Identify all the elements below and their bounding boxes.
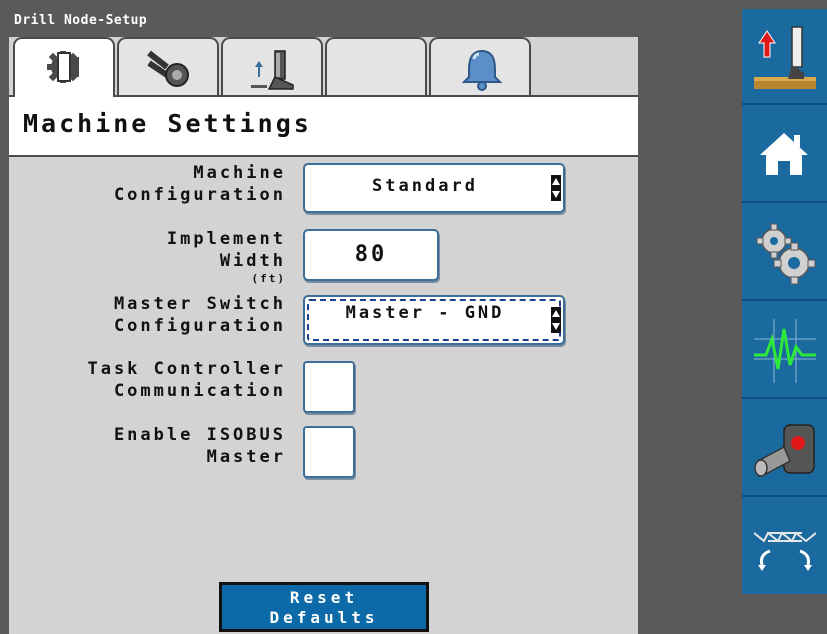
master-switch-configuration-label: Master Switch Configuration (113, 294, 286, 336)
tab-gauge-wheel[interactable] (117, 37, 219, 95)
reset-defaults-line1: Reset (289, 588, 359, 607)
gear-bracket-icon (47, 51, 79, 83)
implement-width-input[interactable]: 80 (303, 229, 439, 281)
joystick-icon (754, 424, 815, 477)
home-button[interactable] (742, 107, 827, 203)
raise-implement-button[interactable] (742, 9, 827, 105)
spinner-arrows-icon (551, 175, 561, 201)
implement-width-unit: (ft) (251, 272, 286, 285)
machine-configuration-value: Standard (372, 176, 478, 196)
implement-width-label-text: Implement Width (166, 229, 286, 271)
tab-machine-settings[interactable] (13, 37, 115, 97)
fold-implement-button[interactable] (742, 499, 827, 595)
tab-blank[interactable] (325, 37, 427, 95)
implement-width-label: Implement Width (ft) (167, 228, 286, 286)
gauge-wheel-icon (147, 50, 189, 87)
bell-icon (461, 49, 503, 91)
title-bar: Drill Node-Setup (9, 9, 638, 37)
right-toolbar (742, 9, 827, 594)
main-panel: Drill Node-Setup Machine Settings Machin… (9, 9, 638, 634)
raise-implement-icon (754, 26, 816, 89)
machine-configuration-select[interactable]: Standard (303, 163, 565, 213)
tab-alarms[interactable] (429, 37, 531, 95)
joystick-button[interactable] (742, 401, 827, 497)
task-controller-communication-label: Task Controller Communication (87, 359, 286, 401)
enable-isobus-master-checkbox[interactable] (303, 426, 355, 478)
window-title: Drill Node-Setup (14, 13, 148, 28)
task-controller-communication-checkbox[interactable] (303, 361, 355, 413)
implement-width-value: 80 (354, 242, 388, 267)
settings-button[interactable] (742, 205, 827, 301)
page-title: Machine Settings (23, 109, 312, 138)
opener-lift-icon (251, 50, 294, 90)
machine-configuration-label: Machine Configuration (113, 163, 286, 205)
diagnostics-button[interactable] (742, 303, 827, 399)
home-icon (760, 133, 808, 175)
master-switch-configuration-select[interactable]: Master - GND (303, 295, 565, 345)
tab-opener-lift[interactable] (221, 37, 323, 95)
spinner-arrows-icon (551, 307, 561, 333)
fold-implement-icon (754, 531, 816, 571)
diagnostics-pulse-icon (754, 319, 816, 383)
reset-defaults-line2: Defaults (269, 608, 379, 627)
reset-defaults-button[interactable]: Reset Defaults (219, 582, 429, 632)
master-switch-configuration-value: Master - GND (345, 303, 505, 323)
page-header: Machine Settings (9, 95, 638, 157)
settings-gears-icon (756, 223, 816, 285)
enable-isobus-master-label: Enable ISOBUS Master (113, 425, 286, 467)
